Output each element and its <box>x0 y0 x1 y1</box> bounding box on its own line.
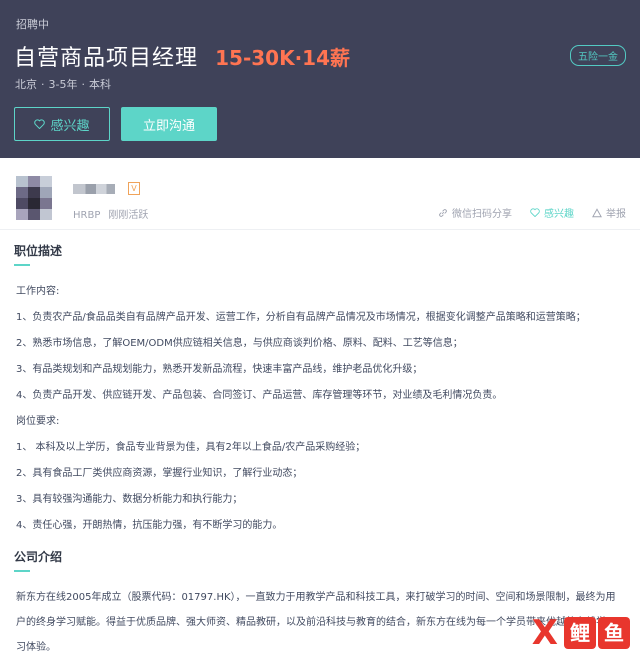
recruiter-actions: 微信扫码分享 感兴趣 举报 <box>438 205 626 220</box>
interest-link[interactable]: 感兴趣 <box>530 205 574 220</box>
jd-line: 2、熟悉市场信息，了解OEM/ODM供应链相关信息，与供应商谈判价格、原料、配料… <box>16 338 463 349</box>
job-status: 招聘中 <box>16 18 49 31</box>
job-location: 北京 <box>15 78 37 91</box>
salary: 15-30K·14薪 <box>215 46 351 70</box>
job-header: 招聘中 自营商品项目经理 15-30K·14薪 北京 · 3-5年 · 本科 五险一金 … <box>0 0 640 158</box>
share-link[interactable]: 微信扫码分享 <box>438 205 512 220</box>
jd-line: 3、有品类规划和产品规划能力，熟悉开发新品流程，快速丰富产品线，维护老品优化升级… <box>16 364 423 375</box>
watermark-text: 鲤 鱼 <box>562 617 630 649</box>
job-title: 自营商品项目经理 <box>14 46 199 71</box>
heart-icon <box>34 119 46 129</box>
verified-badge: V <box>128 182 140 195</box>
warning-icon <box>592 207 602 217</box>
report-label: 举报 <box>606 209 626 220</box>
job-education: 本科 <box>88 78 111 91</box>
jd-line: 2、具有食品工厂类供应商资源，掌握行业知识，了解行业动态； <box>16 468 303 479</box>
title-row: 自营商品项目经理 15-30K·14薪 <box>14 40 350 72</box>
share-label: 微信扫码分享 <box>452 209 512 220</box>
watermark-logo: X 鲤 鱼 <box>532 616 630 650</box>
link-icon <box>439 208 447 217</box>
jd-line: 1、 本科及以上学历，食品专业背景为佳，具有2年以上食品/农产品采购经验； <box>16 442 366 453</box>
chat-now-button[interactable]: 立即沟通 <box>121 107 217 141</box>
interest-button[interactable]: 感兴趣 <box>14 107 110 141</box>
watermark-char: 鱼 <box>598 617 630 649</box>
heart-icon <box>530 208 540 217</box>
recruiter-name-blurred <box>73 184 115 194</box>
interest-button-label: 感兴趣 <box>50 118 90 134</box>
company-intro-title: 公司介绍 <box>14 550 63 564</box>
interest-link-label: 感兴趣 <box>544 209 574 220</box>
company-line: 户的终身学习赋能。得益于优质品牌、强大师资、精品教研，以及前沿科技与教育的结合，… <box>16 617 606 628</box>
jd-line: 岗位要求: <box>16 416 60 427</box>
report-link[interactable]: 举报 <box>592 205 626 220</box>
job-experience: 3-5年 <box>48 78 78 91</box>
recruiter-info: HRBP 刚刚活跃 <box>73 206 148 221</box>
jd-line: 3、具有较强沟通能力、数据分析能力和执行能力； <box>16 494 243 505</box>
watermark-mark: X <box>531 613 558 653</box>
section-underline <box>14 264 30 266</box>
jd-line: 工作内容: <box>16 286 60 297</box>
section-underline <box>14 570 30 572</box>
job-description-title: 职位描述 <box>14 244 63 258</box>
company-line: 习体验。 <box>16 642 56 653</box>
job-meta: 北京 · 3-5年 · 本科 <box>15 78 111 91</box>
recruiter-row: V HRBP 刚刚活跃 微信扫码分享 感兴趣 举报 <box>0 158 640 230</box>
recruiter-activity: 刚刚活跃 <box>108 210 149 221</box>
jd-line: 4、责任心强，开朗热情，抗压能力强，有不断学习的能力。 <box>16 520 283 531</box>
jd-line: 1、负责农产品/食品品类自有品牌产品开发、运营工作，分析自有品牌产品情况及市场情… <box>16 312 586 323</box>
benefit-badge: 五险一金 <box>570 45 626 66</box>
jd-line: 4、负责产品开发、供应链开发、产品包装、合同签订、产品运营、库存管理等环节，对业… <box>16 390 503 401</box>
avatar[interactable] <box>16 176 52 220</box>
watermark-char: 鲤 <box>564 617 596 649</box>
recruiter-role: HRBP <box>73 210 101 221</box>
company-line: 新东方在线2005年成立（股票代码：01797.HK），一直致力于用教学产品和科… <box>16 592 616 603</box>
chat-now-button-label: 立即沟通 <box>142 118 195 134</box>
